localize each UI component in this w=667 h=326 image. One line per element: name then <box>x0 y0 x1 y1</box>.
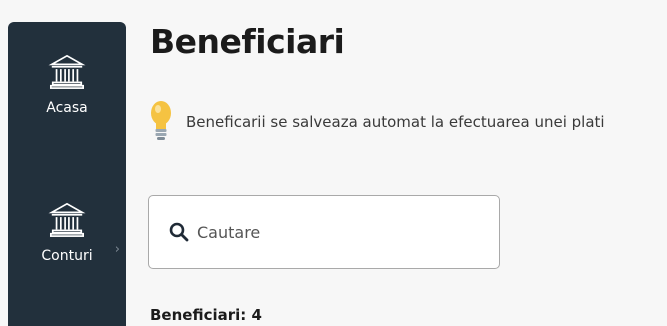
search-icon <box>169 222 189 242</box>
beneficiaries-count: Beneficiari: 4 <box>150 306 262 324</box>
info-tip: Beneficarii se salveaza automat la efect… <box>150 100 605 144</box>
sidebar-item-conturi[interactable]: Conturi › <box>8 200 126 264</box>
bank-icon <box>48 54 86 89</box>
lightbulb-icon <box>151 101 171 140</box>
sidebar-item-acasa[interactable]: Acasa <box>8 52 126 116</box>
search-box[interactable] <box>148 195 500 269</box>
page-title: Beneficiari <box>150 22 345 61</box>
chevron-right-icon: › <box>114 242 120 257</box>
sidebar-item-label: Acasa <box>46 100 88 116</box>
search-input[interactable] <box>195 221 489 243</box>
tip-text: Beneficarii se salveaza automat la efect… <box>186 113 605 131</box>
bank-icon <box>48 202 86 237</box>
sidebar: Acasa Conturi › <box>8 22 126 326</box>
sidebar-item-label: Conturi <box>41 248 93 264</box>
